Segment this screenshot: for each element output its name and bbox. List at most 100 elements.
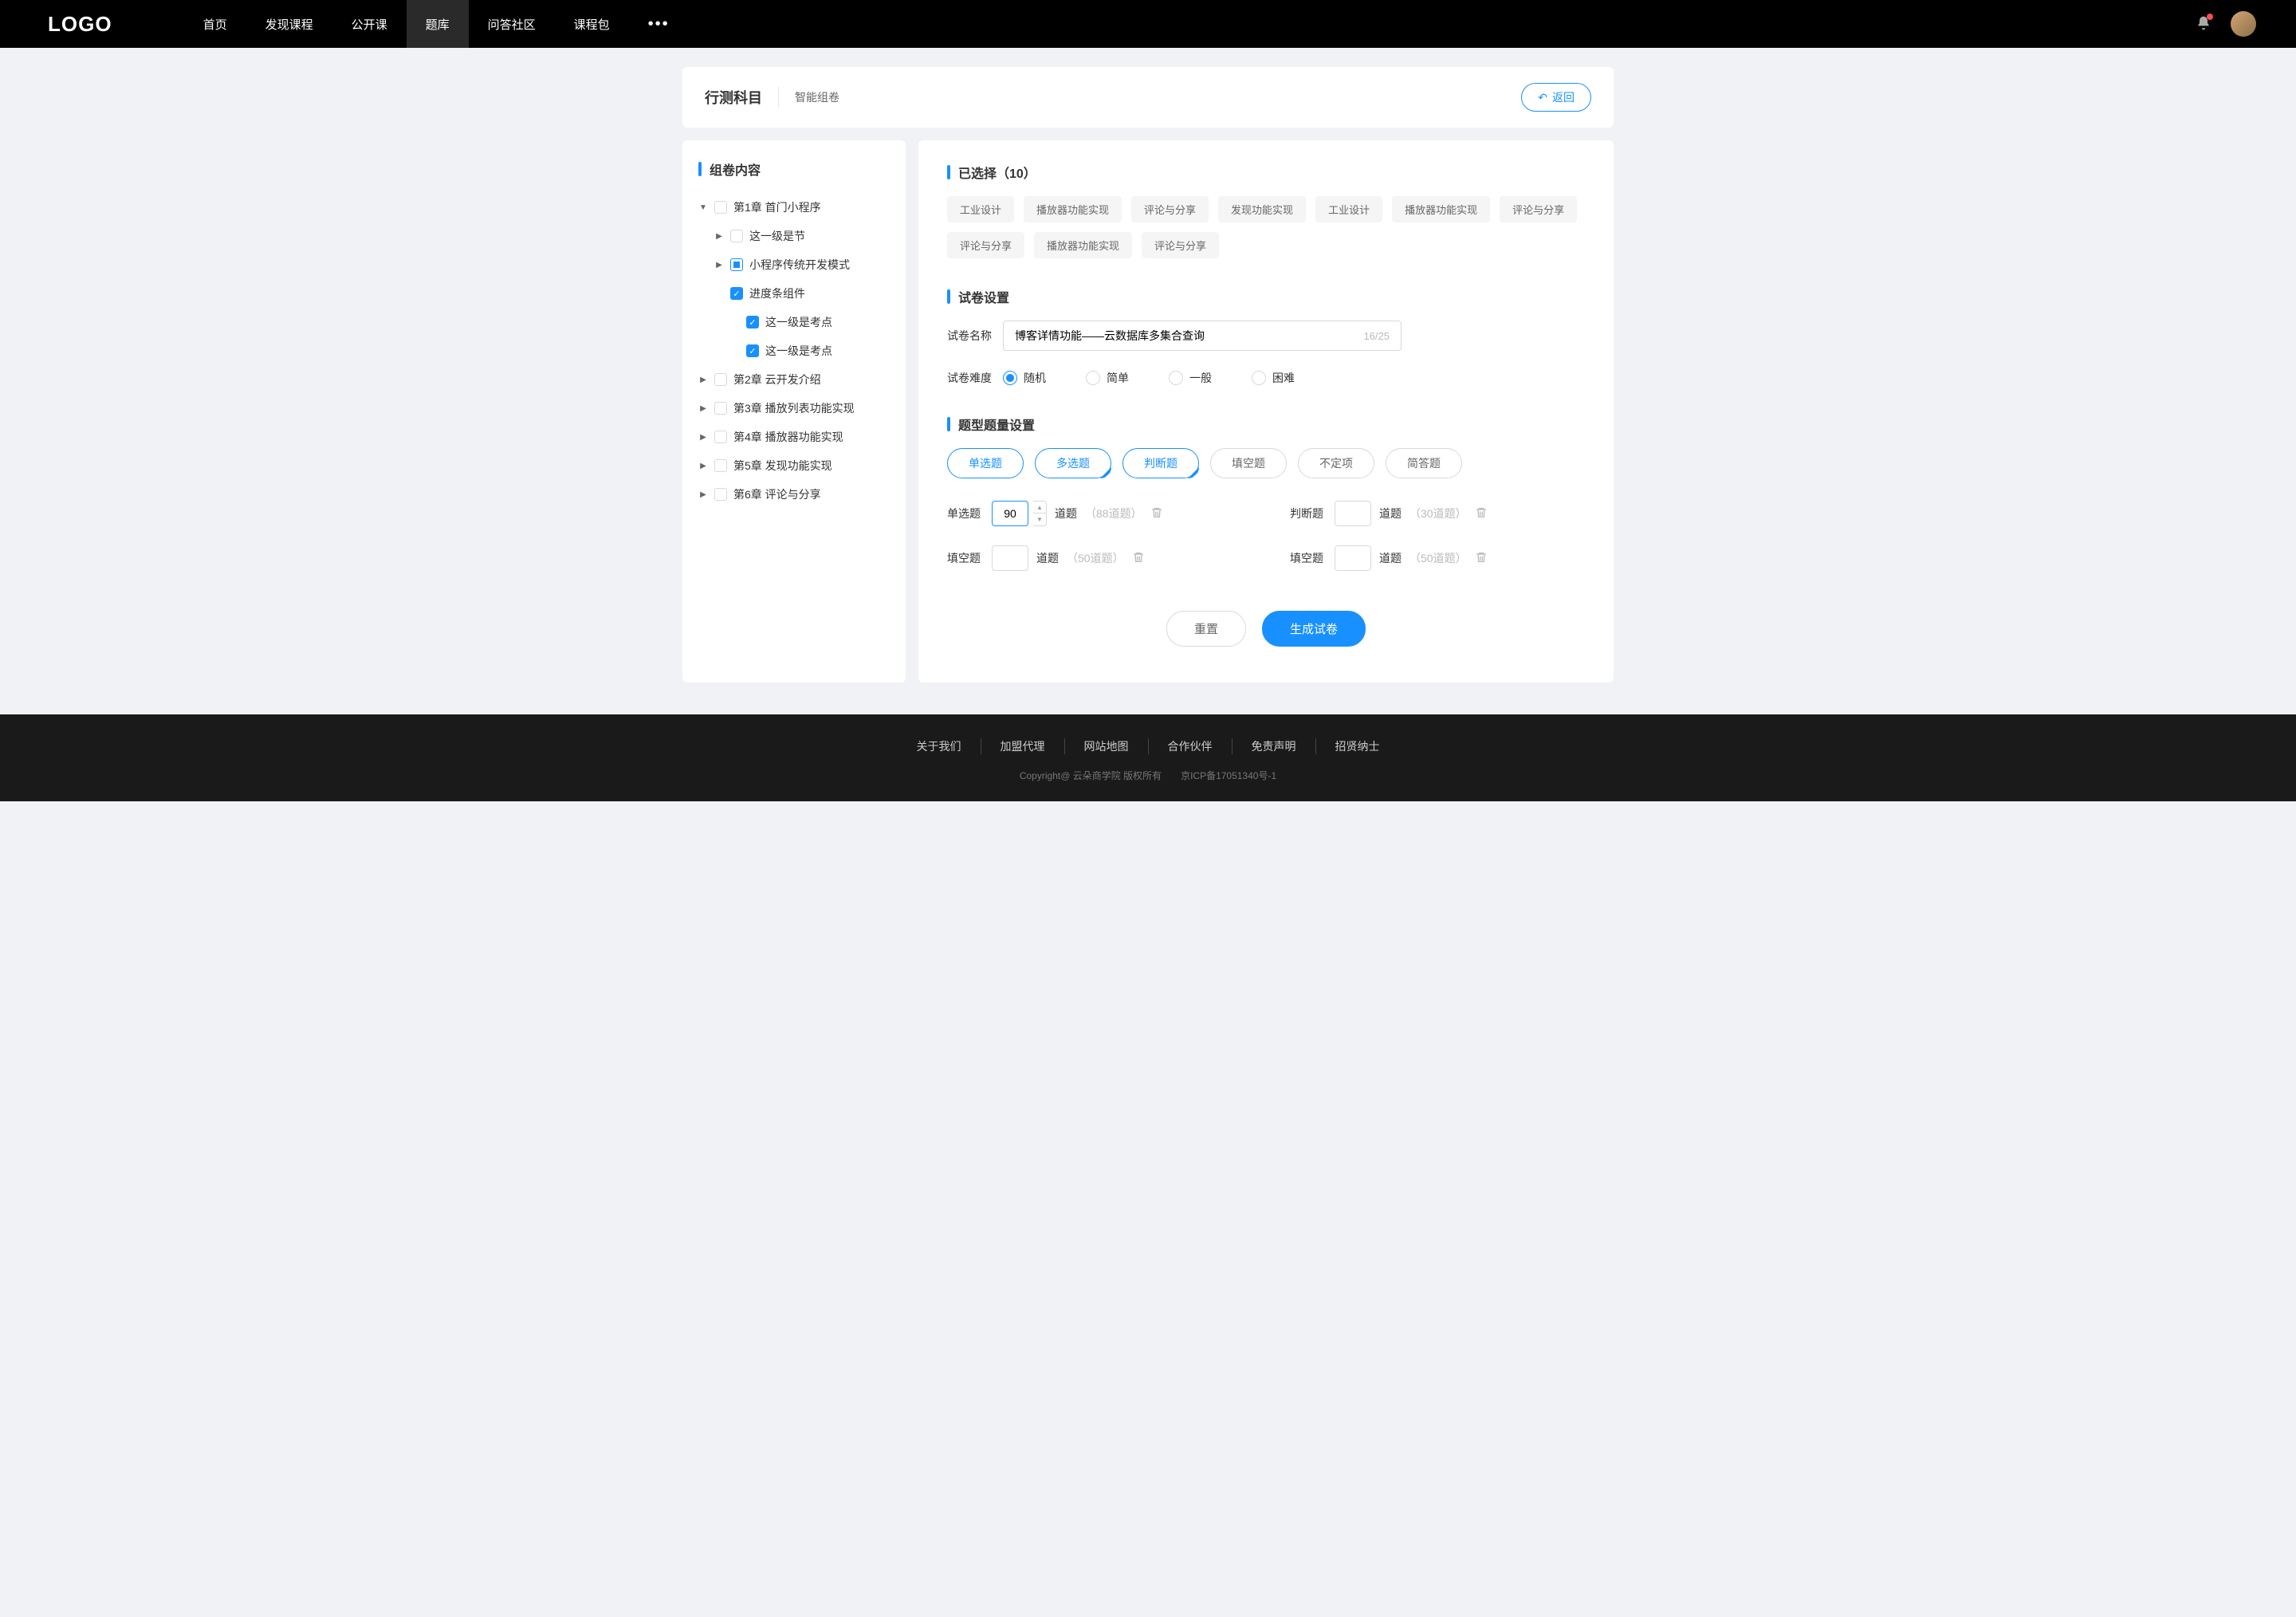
difficulty-radio[interactable]: 简单: [1086, 370, 1129, 386]
footer-link[interactable]: 合作伙伴: [1149, 738, 1233, 754]
selected-tag[interactable]: 评论与分享: [1142, 232, 1219, 258]
question-type-pill[interactable]: 判断题: [1122, 448, 1199, 478]
tree-checkbox[interactable]: [730, 287, 743, 300]
qty-unit: 道题: [1379, 506, 1402, 521]
tree-checkbox[interactable]: [746, 316, 759, 329]
tree-label: 第5章 发现功能实现: [733, 458, 832, 474]
difficulty-radio[interactable]: 随机: [1003, 370, 1046, 386]
tree-row[interactable]: ▶ 第5章 发现功能实现: [698, 451, 890, 480]
page-title: 行测科目: [705, 87, 779, 108]
tree-label: 第6章 评论与分享: [733, 486, 821, 502]
chapter-tree: ▼第1章 首门小程序▶这一级是节▶小程序传统开发模式进度条组件这一级是考点这一级…: [698, 193, 890, 509]
question-type-pill[interactable]: 单选题: [947, 448, 1024, 478]
selected-tag[interactable]: 播放器功能实现: [1024, 196, 1122, 222]
caret-right-icon[interactable]: ▶: [698, 433, 708, 442]
nav-item[interactable]: 问答社区: [469, 0, 555, 48]
difficulty-radio[interactable]: 困难: [1252, 370, 1295, 386]
footer-links: 关于我们加盟代理网站地图合作伙伴免责声明招贤纳士: [0, 738, 2296, 754]
tree-checkbox[interactable]: [746, 344, 759, 357]
question-type-pill[interactable]: 填空题: [1210, 448, 1287, 478]
check-corner-icon: [1100, 467, 1111, 478]
qty-unit: 道题: [1379, 550, 1402, 566]
tree-label: 第3章 播放列表功能实现: [733, 400, 855, 416]
tree-checkbox[interactable]: [714, 431, 727, 443]
qty-spinner[interactable]: ▲▼: [1033, 501, 1047, 526]
selected-tag[interactable]: 工业设计: [1315, 196, 1382, 222]
footer-link[interactable]: 招贤纳士: [1316, 738, 1399, 754]
selected-tag[interactable]: 播放器功能实现: [1392, 196, 1490, 222]
top-header: LOGO 首页发现课程公开课题库问答社区课程包 •••: [0, 0, 2296, 48]
tree-checkbox[interactable]: [714, 373, 727, 386]
tree-checkbox[interactable]: [730, 230, 743, 242]
tree-checkbox[interactable]: [714, 488, 727, 501]
selected-tag[interactable]: 发现功能实现: [1218, 196, 1306, 222]
nav-item[interactable]: 课程包: [555, 0, 629, 48]
difficulty-radio[interactable]: 一般: [1169, 370, 1212, 386]
tree-checkbox[interactable]: [730, 258, 743, 271]
nav-item[interactable]: 题库: [407, 0, 469, 48]
tree-row[interactable]: ▶ 第3章 播放列表功能实现: [698, 394, 890, 423]
back-label: 返回: [1552, 89, 1575, 105]
qty-label: 判断题: [1290, 506, 1327, 521]
qty-input[interactable]: [1335, 545, 1371, 571]
caret-right-icon[interactable]: ▶: [698, 490, 708, 499]
footer-link[interactable]: 关于我们: [898, 738, 981, 754]
tree-row[interactable]: 这一级是考点: [698, 308, 890, 336]
nav-item[interactable]: 公开课: [332, 0, 407, 48]
tree-label: 进度条组件: [749, 285, 805, 301]
back-button[interactable]: ↶ 返回: [1521, 83, 1591, 112]
tree-row[interactable]: ▶第4章 播放器功能实现: [698, 423, 890, 451]
notification-bell-icon[interactable]: [2196, 15, 2211, 33]
nav-item[interactable]: 首页: [184, 0, 246, 48]
reset-button[interactable]: 重置: [1166, 611, 1246, 647]
tree-row[interactable]: ▶第2章 云开发介绍: [698, 365, 890, 394]
tree-row[interactable]: ▶这一级是节: [698, 222, 890, 250]
selected-tag[interactable]: 评论与分享: [1500, 196, 1577, 222]
question-type-pill[interactable]: 不定项: [1298, 448, 1374, 478]
caret-down-icon[interactable]: ▼: [698, 203, 708, 212]
qty-label: 填空题: [947, 550, 984, 566]
footer-link[interactable]: 网站地图: [1065, 738, 1149, 754]
caret-right-icon[interactable]: ▶: [698, 376, 708, 384]
delete-icon[interactable]: [1150, 506, 1163, 521]
tree-row[interactable]: 这一级是考点: [698, 336, 890, 365]
caret-right-icon[interactable]: ▶: [714, 232, 724, 241]
selected-tag[interactable]: 评论与分享: [947, 232, 1024, 258]
spinner-up-icon[interactable]: ▲: [1033, 502, 1046, 513]
main-nav: 首页发现课程公开课题库问答社区课程包: [184, 0, 629, 48]
back-icon: ↶: [1538, 91, 1547, 104]
caret-right-icon[interactable]: ▶: [698, 404, 708, 413]
selected-tags: 工业设计播放器功能实现评论与分享发现功能实现工业设计播放器功能实现评论与分享评论…: [947, 196, 1585, 258]
tree-row[interactable]: ▶ 第6章 评论与分享: [698, 480, 890, 509]
nav-item[interactable]: 发现课程: [246, 0, 332, 48]
tree-checkbox[interactable]: [714, 402, 727, 415]
qty-input[interactable]: [992, 545, 1028, 571]
qty-input[interactable]: [992, 501, 1028, 526]
tree-checkbox[interactable]: [714, 201, 727, 214]
delete-icon[interactable]: [1475, 506, 1488, 521]
question-type-pill[interactable]: 多选题: [1035, 448, 1111, 478]
delete-icon[interactable]: [1132, 551, 1145, 566]
spinner-down-icon[interactable]: ▼: [1033, 513, 1046, 525]
tree-label: 小程序传统开发模式: [749, 257, 850, 273]
tree-row[interactable]: 进度条组件: [698, 279, 890, 308]
caret-right-icon[interactable]: ▶: [698, 462, 708, 470]
selected-tag[interactable]: 评论与分享: [1131, 196, 1209, 222]
radio-label: 随机: [1024, 370, 1046, 386]
paper-name-input-wrapper: 16/25: [1003, 321, 1402, 351]
delete-icon[interactable]: [1475, 551, 1488, 566]
user-avatar[interactable]: [2231, 11, 2256, 37]
qty-input[interactable]: [1335, 501, 1371, 526]
footer-link[interactable]: 免责声明: [1233, 738, 1316, 754]
tree-checkbox[interactable]: [714, 459, 727, 472]
selected-tag[interactable]: 播放器功能实现: [1034, 232, 1132, 258]
tree-row[interactable]: ▼第1章 首门小程序: [698, 193, 890, 222]
question-type-pill[interactable]: 简答题: [1386, 448, 1462, 478]
selected-tag[interactable]: 工业设计: [947, 196, 1014, 222]
footer-link[interactable]: 加盟代理: [981, 738, 1065, 754]
paper-name-input[interactable]: [1015, 329, 1363, 342]
caret-right-icon[interactable]: ▶: [714, 261, 724, 270]
tree-row[interactable]: ▶ 小程序传统开发模式: [698, 250, 890, 279]
nav-more-icon[interactable]: •••: [629, 15, 689, 33]
generate-button[interactable]: 生成试卷: [1262, 611, 1366, 647]
